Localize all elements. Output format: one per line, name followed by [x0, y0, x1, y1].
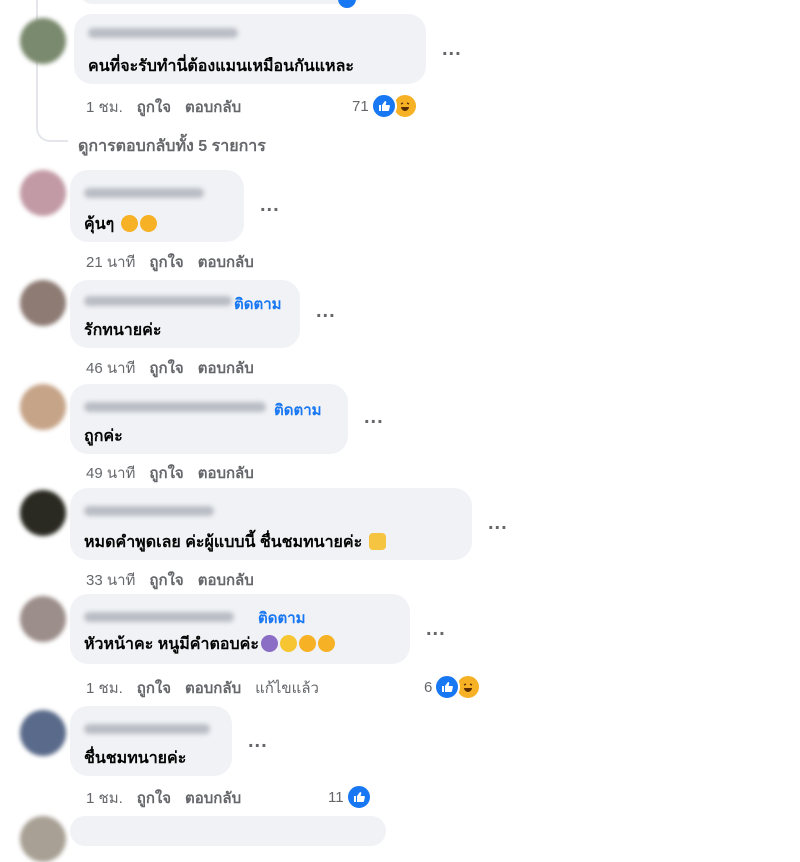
comment-time[interactable]: 1 ชม.	[86, 790, 123, 807]
comment-meta: 46 นาที ถูกใจ ตอบกลับ	[86, 356, 254, 380]
comment-text: คุ้นๆ	[84, 212, 157, 237]
reply-button[interactable]: ตอบกลับ	[198, 254, 254, 271]
pray-emoji-icon	[368, 533, 386, 550]
more-options-button[interactable]: ...	[364, 407, 384, 427]
commenter-name[interactable]	[84, 506, 214, 516]
view-all-replies-link[interactable]: ดูการตอบกลับทั้ง 5 รายการ	[78, 134, 266, 159]
avatar[interactable]	[20, 710, 66, 756]
comment-bubble: ชื่นชมทนายค่ะ	[70, 706, 232, 776]
comment-bubble: หมดคำพูดเลย ค่ะผู้แบบนี้ ชื่นชมทนายค่ะ	[70, 488, 472, 560]
comment-text: หมดคำพูดเลย ค่ะผู้แบบนี้ ชื่นชมทนายค่ะ	[84, 530, 386, 555]
comment-text: ถูกค่ะ	[84, 428, 123, 445]
comment-bubble	[70, 816, 386, 846]
avatar[interactable]	[20, 170, 66, 216]
comment-text-content: หมดคำพูดเลย ค่ะผู้แบบนี้ ชื่นชมทนายค่ะ	[84, 534, 363, 551]
grin-emoji-icon	[279, 635, 297, 652]
follow-button[interactable]: ติดตาม	[234, 292, 282, 316]
comment-text: รักทนายค่ะ	[84, 322, 162, 339]
like-button[interactable]: ถูกใจ	[137, 790, 171, 807]
avatar[interactable]	[20, 384, 66, 430]
like-button[interactable]: ถูกใจ	[149, 465, 183, 482]
rofl-emoji-icon	[139, 215, 157, 232]
reply-button[interactable]: ตอบกลับ	[198, 360, 254, 377]
like-button[interactable]: ถูกใจ	[137, 680, 171, 697]
comment-bubble: ติดตาม รักทนายค่ะ	[70, 280, 300, 348]
commenter-name[interactable]	[84, 612, 234, 622]
comment-bubble: คนที่จะรับทำนี่ต้องแมนเหมือนกันแหละ	[74, 14, 426, 84]
comment-text-content: คุ้นๆ	[84, 216, 115, 233]
like-button[interactable]: ถูกใจ	[149, 572, 183, 589]
comment-text: คนที่จะรับทำนี่ต้องแมนเหมือนกันแหละ	[88, 58, 354, 75]
reaction-count: 6	[424, 678, 433, 696]
follow-button[interactable]: ติดตาม	[258, 606, 306, 630]
commenter-name[interactable]	[88, 28, 238, 38]
comment-meta: 21 นาที ถูกใจ ตอบกลับ	[86, 250, 254, 274]
comment-meta: 49 นาที ถูกใจ ตอบกลับ	[86, 461, 254, 485]
reply-button[interactable]: ตอบกลับ	[198, 465, 254, 482]
comment-time[interactable]: 46 นาที	[86, 360, 135, 377]
rofl-emoji-icon	[317, 635, 335, 652]
comment-meta: 33 นาที ถูกใจ ตอบกลับ	[86, 568, 254, 592]
reply-button[interactable]: ตอบกลับ	[198, 572, 254, 589]
reply-button[interactable]: ตอบกลับ	[185, 99, 241, 116]
previous-reaction-icon	[338, 0, 356, 8]
comment-text: หัวหน้าคะ หนูมีคำตอบค่ะ	[84, 632, 335, 657]
comment-bubble: คุ้นๆ	[70, 170, 244, 242]
rofl-emoji-icon	[120, 215, 138, 232]
more-options-button[interactable]: ...	[260, 195, 280, 215]
avatar[interactable]	[20, 18, 66, 64]
comment-time[interactable]: 49 นาที	[86, 465, 135, 482]
reaction-summary[interactable]: 11	[328, 784, 372, 810]
like-icon	[345, 784, 372, 810]
commenter-name[interactable]	[84, 402, 266, 412]
more-options-button[interactable]: ...	[426, 619, 446, 639]
like-button[interactable]: ถูกใจ	[137, 99, 171, 116]
comment-time[interactable]: 1 ชม.	[86, 680, 123, 697]
edited-label: แก้ไขแล้ว	[255, 680, 319, 697]
comment-bubble: ติดตาม หัวหน้าคะ หนูมีคำตอบค่ะ	[70, 594, 410, 664]
rofl-emoji-icon	[298, 635, 316, 652]
comment-time[interactable]: 33 นาที	[86, 572, 135, 589]
comment-time[interactable]: 21 นาที	[86, 254, 135, 271]
reply-button[interactable]: ตอบกลับ	[185, 790, 241, 807]
avatar[interactable]	[20, 280, 66, 326]
commenter-name[interactable]	[84, 296, 232, 306]
woman-emoji-icon	[260, 635, 278, 652]
comment-text-content: หัวหน้าคะ หนูมีคำตอบค่ะ	[84, 636, 259, 653]
avatar[interactable]	[20, 490, 66, 536]
more-options-button[interactable]: ...	[488, 513, 508, 533]
comment-meta: 1 ชม. ถูกใจ ตอบกลับ	[86, 95, 241, 119]
like-button[interactable]: ถูกใจ	[149, 360, 183, 377]
comment-text: ชื่นชมทนายค่ะ	[84, 750, 187, 767]
avatar[interactable]	[20, 596, 66, 642]
comment-meta: 1 ชม. ถูกใจ ตอบกลับ	[86, 786, 241, 810]
like-button[interactable]: ถูกใจ	[149, 254, 183, 271]
like-icon	[434, 674, 461, 700]
commenter-name[interactable]	[84, 724, 210, 734]
comment-time[interactable]: 1 ชม.	[86, 99, 123, 116]
reaction-summary[interactable]: 6	[424, 674, 482, 700]
more-options-button[interactable]: ...	[442, 39, 462, 59]
comment-meta: 1 ชม. ถูกใจ ตอบกลับ แก้ไขแล้ว	[86, 676, 319, 700]
more-options-button[interactable]: ...	[316, 301, 336, 321]
previous-comment-bubble	[80, 0, 360, 4]
like-icon	[370, 93, 397, 119]
reaction-summary[interactable]: 71	[352, 93, 418, 119]
more-options-button[interactable]: ...	[248, 731, 268, 751]
reaction-count: 11	[328, 788, 344, 806]
comment-bubble: ติดตาม ถูกค่ะ	[70, 384, 348, 454]
commenter-name[interactable]	[84, 188, 204, 198]
reaction-count: 71	[352, 97, 369, 115]
follow-button[interactable]: ติดตาม	[274, 398, 322, 422]
reply-button[interactable]: ตอบกลับ	[185, 680, 241, 697]
